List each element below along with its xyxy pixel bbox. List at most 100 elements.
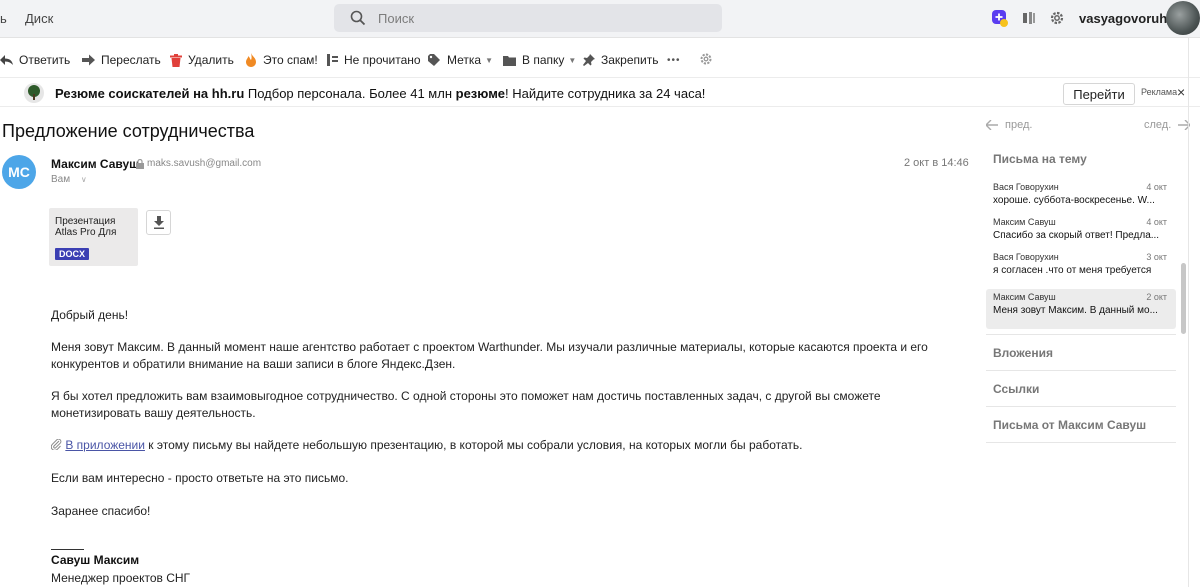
attachments-section[interactable]: Вложения (993, 346, 1053, 360)
delete-button[interactable]: Удалить (170, 51, 234, 69)
forward-label: Переслать (101, 53, 161, 67)
sender-email[interactable]: maks.savush@gmail.com (136, 158, 261, 169)
ad-banner[interactable]: Резюме соискателей на hh.ru Подбор персо… (0, 77, 1200, 107)
next-label: след. (1144, 119, 1172, 131)
delete-label: Удалить (188, 53, 234, 67)
message-toolbar: Ответить Переслать Удалить Это спам! Не … (0, 44, 1200, 74)
user-avatar[interactable] (1166, 1, 1200, 35)
move-folder-label: В папку (522, 53, 565, 67)
username[interactable]: vasyagovoruhin (1079, 11, 1179, 26)
unread-label: Не прочитано (344, 53, 421, 67)
search-input[interactable] (378, 4, 708, 32)
ad-title: Резюме соискателей на hh.ru (55, 86, 245, 101)
ad-text-part2: ! Найдите сотрудника за 24 часа! (505, 86, 706, 101)
attachment-name: Презентация Atlas Pro Для (55, 216, 117, 238)
recipient[interactable]: Вам ∨ (51, 174, 87, 185)
thread-from: Максим Савуш (993, 292, 1056, 302)
sender-avatar[interactable]: MC (2, 155, 36, 189)
disk-tab[interactable]: Диск (25, 11, 53, 26)
signature-name: Савуш Максим (51, 553, 140, 567)
pin-button[interactable]: Закрепить (583, 51, 658, 69)
top-bar: ь Диск vasyagovoruhin (0, 0, 1200, 38)
reply-icon (0, 55, 13, 65)
reply-label: Ответить (19, 53, 71, 67)
body-paragraph-3-text: к этому письму вы найдете небольшую през… (144, 438, 803, 452)
thread-snippet: Спасибо за скорый ответ! Предла... (993, 230, 1160, 241)
prev-message-link[interactable]: пред. (986, 119, 1032, 131)
thread-from: Вася Говорухин (993, 182, 1059, 192)
plus-badge-icon[interactable] (990, 9, 1008, 27)
folder-icon (503, 55, 516, 66)
message-subject: Предложение сотрудничества (2, 121, 255, 141)
columns-icon[interactable] (1020, 9, 1038, 27)
thread-from: Максим Савуш (993, 217, 1056, 227)
move-folder-button[interactable]: В папку ▼ (503, 51, 576, 69)
tag-icon (428, 54, 440, 66)
ad-text[interactable]: Резюме соискателей на hh.ru Подбор персо… (55, 86, 705, 101)
settings-gear-icon[interactable] (699, 52, 713, 66)
attachment-card[interactable]: Презентация Atlas Pro Для DOCX (49, 208, 138, 266)
thread-date: 4 окт (1146, 217, 1167, 227)
download-button[interactable] (146, 210, 171, 235)
reply-button[interactable]: Ответить (0, 51, 70, 69)
body-paragraph-2: Я бы хотел предложить вам взаимовыгодное… (51, 389, 881, 420)
body-paragraph-4: Если вам интересно - просто ответьте на … (51, 471, 349, 485)
ad-text-part1: Подбор персонала. Более 41 млн (244, 86, 456, 101)
body-paragraph-5: Заранее спасибо! (51, 504, 151, 518)
chevron-down-icon: ∨ (80, 175, 87, 184)
signature-divider (51, 549, 84, 550)
unread-button[interactable]: Не прочитано (327, 51, 421, 69)
thread-date: 3 окт (1146, 252, 1167, 262)
greeting: Добрый день! (51, 308, 129, 322)
chevron-down-icon: ▼ (568, 55, 577, 65)
sender-email-text: maks.savush@gmail.com (147, 158, 262, 169)
sender-name[interactable]: Максим Савуш (51, 157, 139, 171)
search-box[interactable] (334, 4, 722, 32)
next-message-link[interactable]: след. (1144, 119, 1191, 131)
spam-button[interactable]: Это спам! (245, 51, 318, 69)
body-paragraph-1: Меня зовут Максим. В данный момент наше … (51, 340, 928, 371)
thread-date: 4 окт (1146, 182, 1167, 192)
thread-item[interactable]: Максим Савуш 4 окт Спасибо за скорый отв… (986, 214, 1176, 254)
mail-tab[interactable]: ь (0, 11, 7, 26)
more-button[interactable]: ••• (667, 51, 681, 69)
attachment-link[interactable]: В приложении (65, 438, 145, 452)
envelope-mark-icon (327, 54, 338, 66)
lock-icon (136, 158, 144, 169)
tree-icon (28, 85, 40, 100)
panel-divider (986, 334, 1176, 335)
panel-scrollbar[interactable] (1181, 263, 1186, 334)
thread-item-current[interactable]: Максим Савуш 2 окт Меня зовут Максим. В … (986, 289, 1176, 329)
close-icon[interactable]: × (1177, 84, 1185, 100)
spam-label: Это спам! (263, 53, 318, 67)
page-scrollbar-track[interactable] (1188, 38, 1189, 587)
panel-divider (986, 406, 1176, 407)
search-icon (350, 10, 366, 26)
related-threads-heading: Письма на тему (993, 152, 1087, 166)
ad-keyword: резюме (455, 86, 506, 101)
ad-go-button[interactable]: Перейти (1063, 83, 1135, 105)
arrow-left-icon (986, 120, 998, 130)
message-date: 2 окт в 14:46 (904, 157, 969, 169)
chevron-down-icon: ▼ (485, 55, 494, 65)
links-section[interactable]: Ссылки (993, 382, 1039, 396)
trash-icon (170, 53, 182, 67)
prev-label: пред. (1005, 119, 1033, 131)
thread-item[interactable]: Вася Говорухин 3 окт я согласен .что от … (986, 249, 1176, 289)
forward-button[interactable]: Переслать (82, 51, 161, 69)
from-sender-section[interactable]: Письма от Максим Савуш (993, 418, 1146, 432)
pin-label: Закрепить (601, 53, 659, 67)
forward-icon (82, 54, 95, 66)
label-button[interactable]: Метка ▼ (428, 51, 493, 69)
gear-icon[interactable] (1048, 9, 1066, 27)
body-paragraph-3: В приложении к этому письму вы найдете н… (50, 437, 961, 454)
panel-divider (986, 442, 1176, 443)
thread-item[interactable]: Вася Говорухин 4 окт хороше. суббота-вос… (986, 179, 1176, 219)
label-label: Метка (447, 53, 482, 67)
paperclip-icon (50, 438, 62, 451)
signature-role: Менеджер проектов СНГ (51, 571, 191, 585)
ad-logo (24, 83, 44, 103)
attachment-type-badge: DOCX (55, 248, 90, 260)
pin-icon (583, 54, 595, 66)
thread-snippet: я согласен .что от меня требуется (993, 265, 1152, 276)
